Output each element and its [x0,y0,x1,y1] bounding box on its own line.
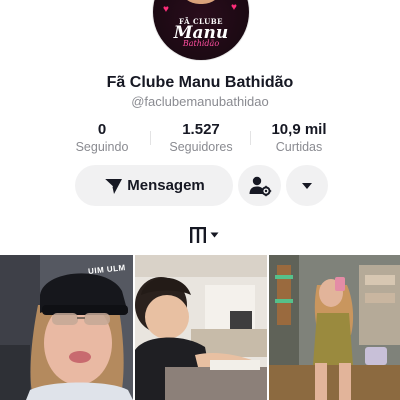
profile-name: Fã Clube Manu Bathidão [106,74,294,91]
caret-down-icon [210,232,219,238]
profile-handle: @faclubemanubathidao [131,94,269,109]
stat-label: Seguidores [169,140,233,154]
stat-likes[interactable]: 10,9 mil Curtidas [244,121,354,155]
chevron-down-icon [302,182,312,189]
video-thumbnail[interactable] [269,255,400,400]
send-icon [103,177,123,194]
stat-value: 0 [97,121,107,138]
more-options-button[interactable] [286,165,328,206]
video-thumbnail[interactable]: UIM ULM [0,255,133,400]
video-thumbnail[interactable] [135,255,267,400]
follow-settings-button[interactable] [238,165,281,206]
heart-icon: ♥ [163,4,169,15]
stat-following[interactable]: 0 Seguindo [47,121,157,155]
stat-value: 10,9 mil [271,121,327,138]
stat-label: Seguindo [75,140,129,154]
stat-followers[interactable]: 1.527 Seguidores [146,121,256,155]
heart-icon: ♥ [231,2,237,13]
profile-avatar[interactable]: ♥ ♥ FÃ CLUBE Manu Bathidão [153,0,249,60]
stat-label: Curtidas [275,140,323,154]
grid-icon [190,227,206,243]
videos-tab[interactable] [188,224,219,246]
profile-stats: 0 Seguindo 1.527 Seguidores 10,9 mil Cur… [0,121,400,157]
thumbnail-image [269,255,400,400]
user-settings-icon [249,176,271,196]
message-button-label: Mensagem [127,177,205,194]
thumbnail-image [135,255,267,400]
avatar-logo: FÃ CLUBE Manu Bathidão [167,18,235,48]
stat-value: 1.527 [182,121,220,138]
thumbnail-image [0,255,133,400]
avatar-face [181,0,221,4]
message-button[interactable]: Mensagem [75,165,233,206]
